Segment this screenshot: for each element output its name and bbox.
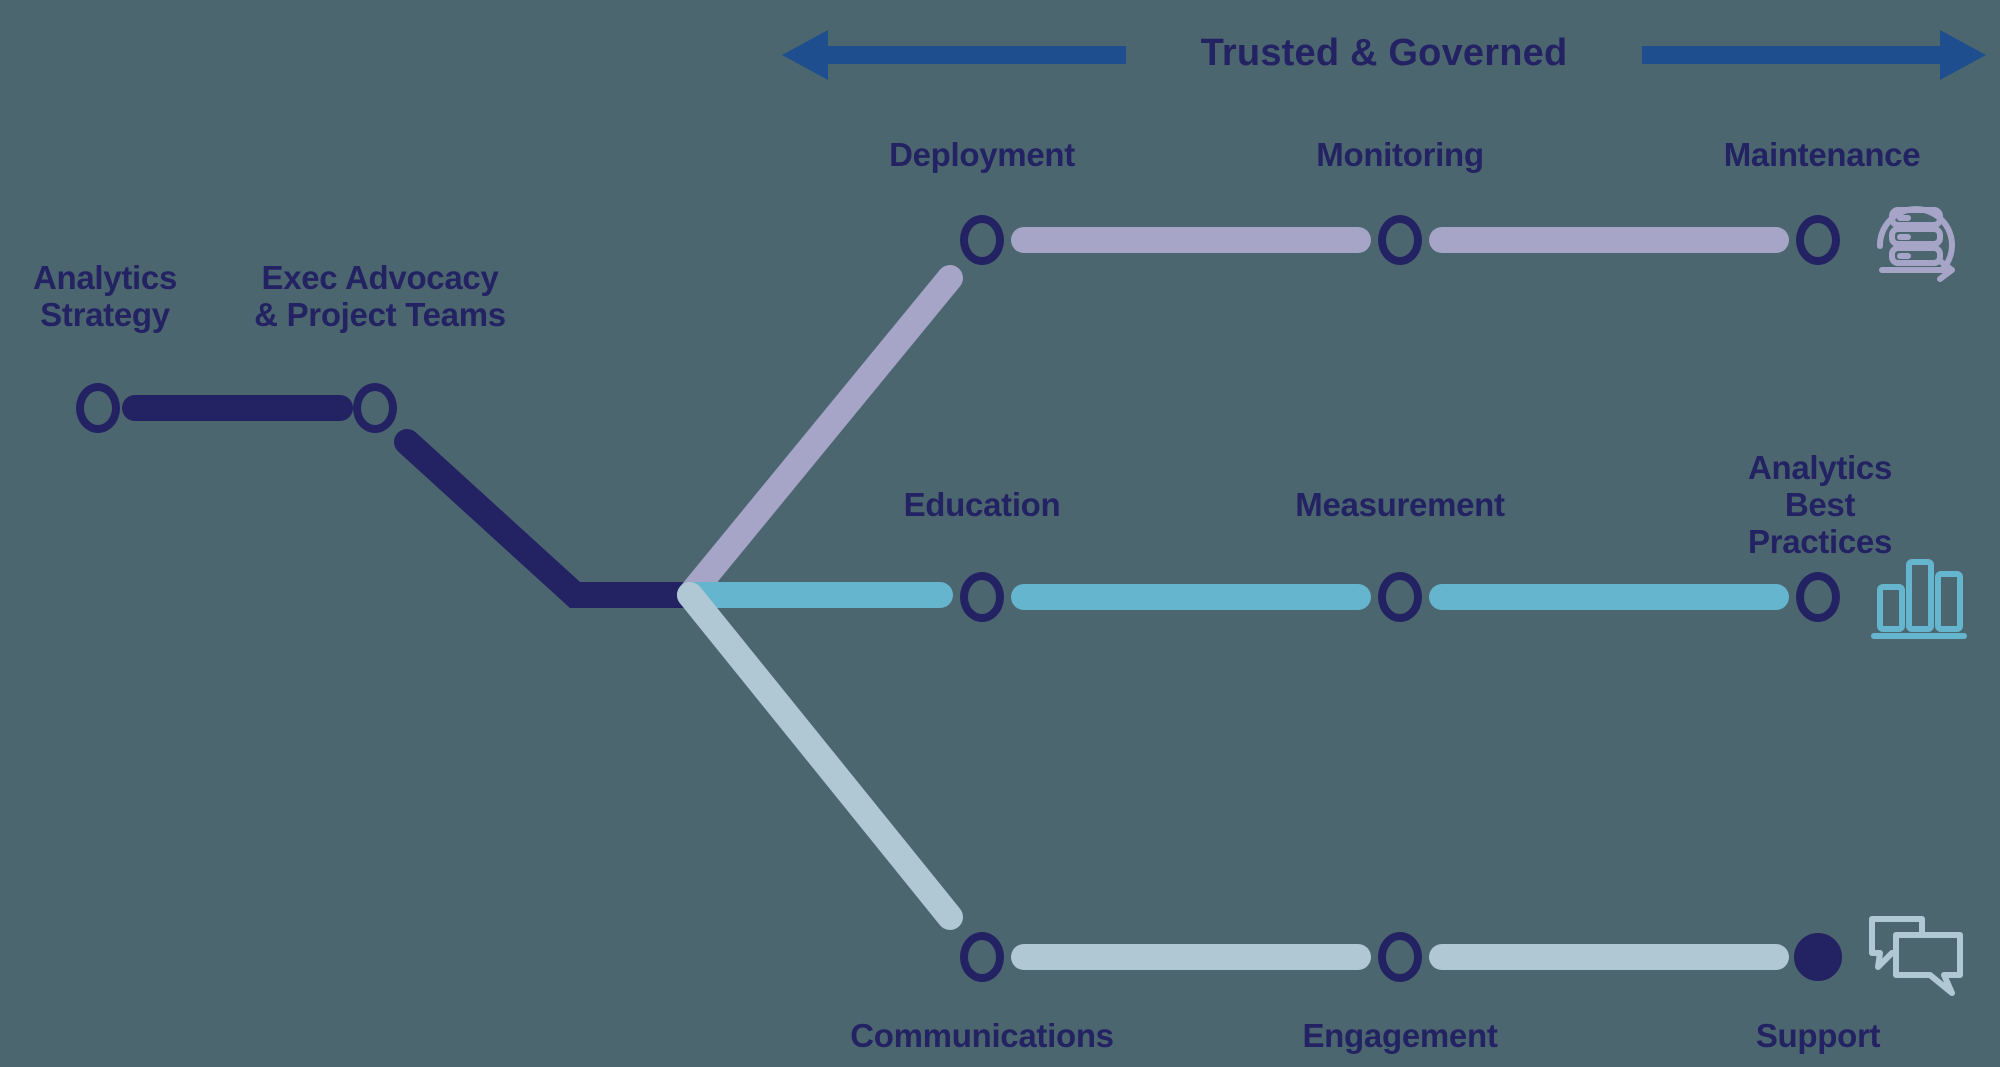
node-education[interactable] <box>960 572 1004 622</box>
node-deployment[interactable] <box>960 215 1004 265</box>
chat-bubbles-icon <box>1869 916 1963 996</box>
wire-branch-deployment <box>677 265 963 608</box>
node-engagement[interactable] <box>1378 932 1422 982</box>
banner-right-arrow-icon <box>1642 30 1986 80</box>
bar-chart-icon <box>1871 559 1967 639</box>
banner-left-arrow-icon <box>782 30 1126 80</box>
database-refresh-icon <box>1876 206 1955 282</box>
node-support[interactable] <box>1794 933 1842 981</box>
node-monitoring[interactable] <box>1378 215 1422 265</box>
connector-layer <box>122 30 1986 996</box>
node-communications[interactable] <box>960 932 1004 982</box>
node-maintenance[interactable] <box>1796 215 1840 265</box>
node-analytics-strategy[interactable] <box>76 383 120 433</box>
node-exec-advocacy[interactable] <box>353 383 397 433</box>
node-analytics-best-practices[interactable] <box>1796 572 1840 622</box>
diagram-canvas: Trusted & Governed Analytics Strategy Ex… <box>0 0 2000 1067</box>
wire-exec-to-junction <box>394 429 703 608</box>
node-measurement[interactable] <box>1378 572 1422 622</box>
wire-branch-communications <box>677 582 963 930</box>
